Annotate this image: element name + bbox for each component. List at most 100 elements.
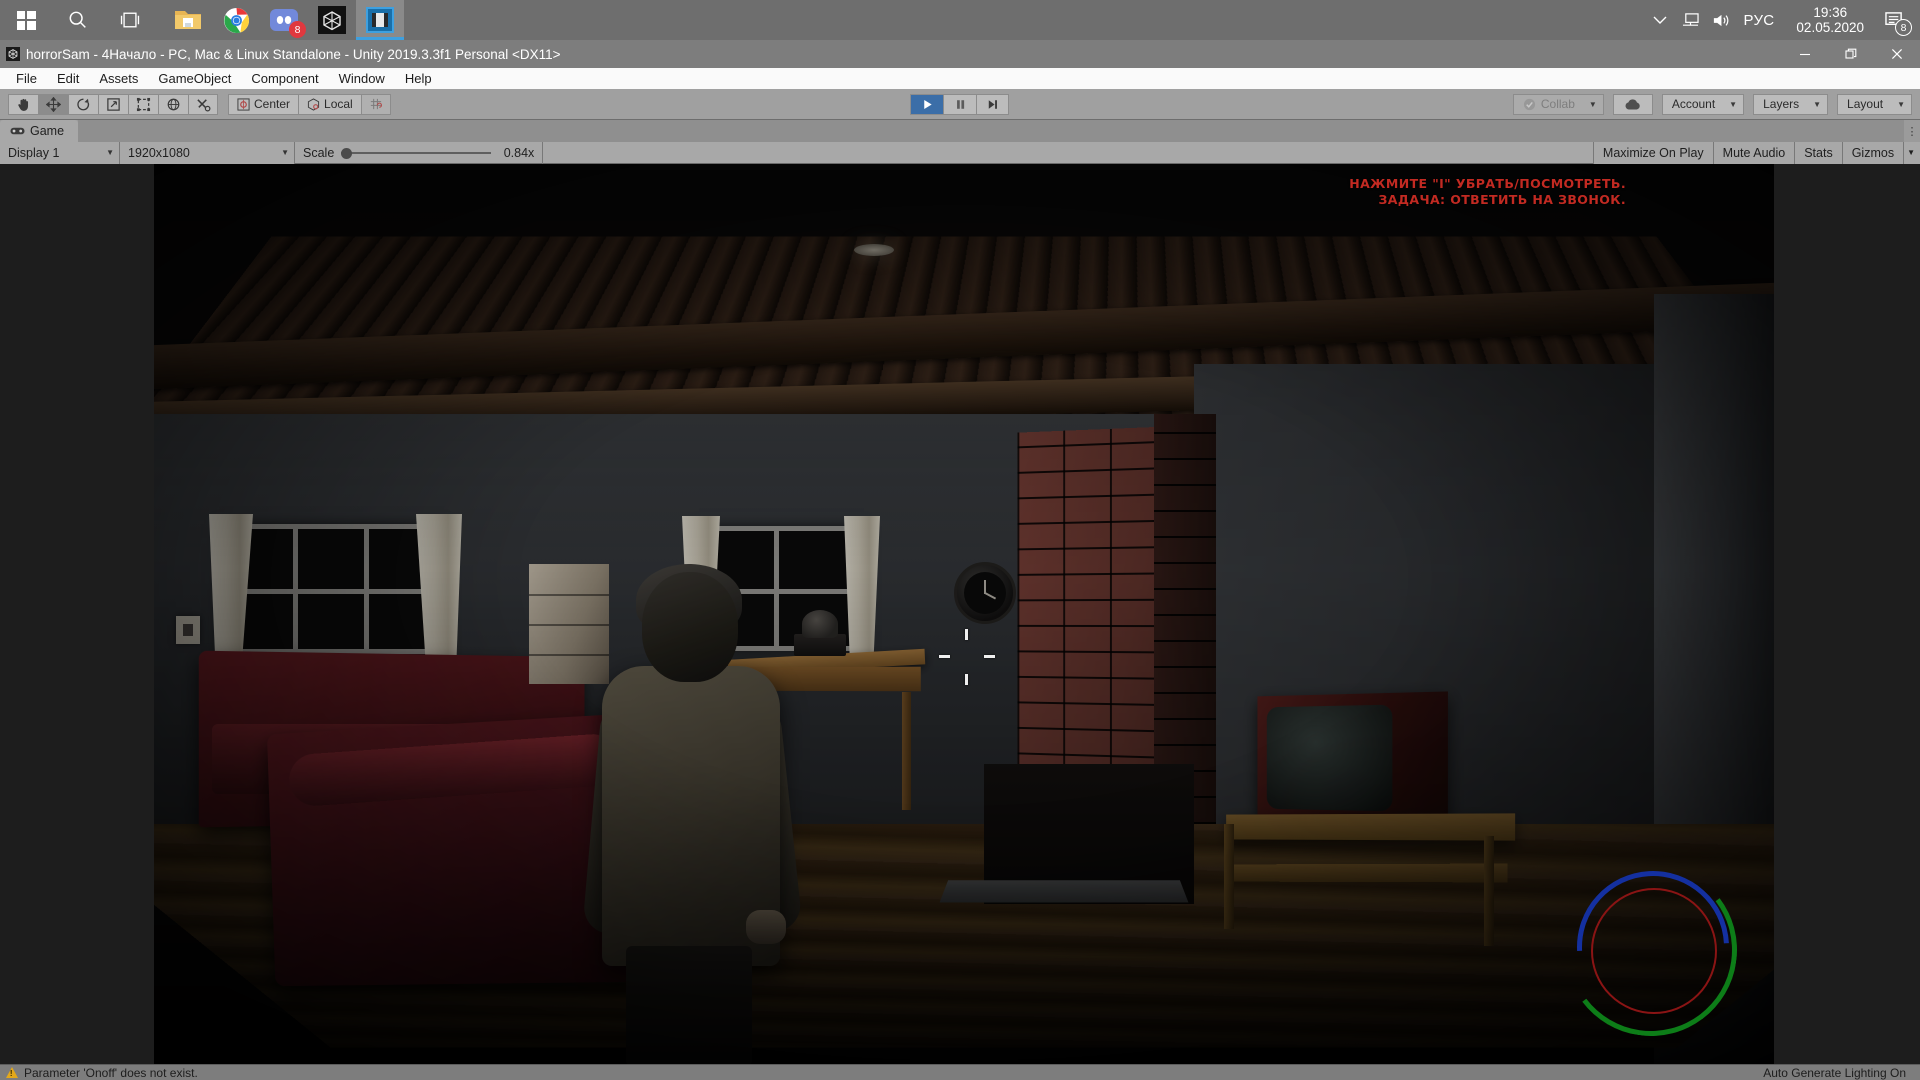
collab-button[interactable]: Collab ▼ (1512, 93, 1604, 115)
rotate-tool-button[interactable] (68, 93, 98, 115)
taskbar-app-google-chrome[interactable] (212, 0, 260, 40)
game-render-area[interactable]: НАЖМИТЕ "I" УБРАТЬ/ПОСМОТРЕТЬ. ЗАДАЧА: О… (0, 164, 1920, 1064)
scale-label: Scale (303, 145, 335, 160)
close-button[interactable] (1874, 40, 1920, 68)
resolution-dropdown[interactable]: 1920x1080 ▼ (120, 141, 295, 164)
panel-menu-button[interactable]: ⋮ (1904, 120, 1920, 142)
status-message: Parameter 'Onoff' does not exist. (24, 1065, 198, 1080)
scene-tv-stand-leg-left (1224, 824, 1234, 929)
volume-button[interactable] (1705, 0, 1735, 40)
mute-audio-button[interactable]: Mute Audio (1712, 141, 1795, 164)
layers-button[interactable]: Layers ▼ (1753, 93, 1829, 115)
menu-window[interactable]: Window (329, 68, 395, 89)
toolbar-right-group: Collab ▼ Account ▼ Layers ▼ Layout ▼ (1512, 93, 1912, 115)
video-editor-icon (366, 7, 394, 33)
maximize-on-play-button[interactable]: Maximize On Play (1592, 141, 1713, 164)
rect-tool-button[interactable] (128, 93, 158, 115)
play-button[interactable] (910, 93, 943, 115)
menu-assets[interactable]: Assets (89, 68, 148, 89)
scene-light-switch (176, 616, 200, 644)
step-button[interactable] (976, 93, 1009, 115)
search-icon (69, 11, 86, 28)
menu-file[interactable]: File (6, 68, 47, 89)
transform-icon (167, 98, 180, 110)
scale-tool-button[interactable] (98, 93, 128, 115)
show-hidden-icons-button[interactable] (1645, 0, 1675, 40)
unity-window-icon (0, 47, 26, 61)
taskbar-app-file-explorer[interactable] (164, 0, 212, 40)
clock[interactable]: 19:36 02.05.2020 (1786, 5, 1874, 35)
scale-icon (107, 97, 120, 111)
collab-check-icon (1523, 98, 1535, 110)
grid-snap-button[interactable] (360, 93, 391, 115)
window-controls (1782, 40, 1920, 68)
letterbox-right (1774, 164, 1920, 1064)
hand-icon (17, 98, 28, 111)
unity-icon (318, 6, 346, 34)
menu-bar: File Edit Assets GameObject Component Wi… (0, 68, 1920, 89)
character-head (642, 572, 738, 682)
task-view-button[interactable] (104, 0, 156, 40)
move-tool-button[interactable] (38, 93, 68, 115)
game-scene-render[interactable]: НАЖМИТЕ "I" УБРАТЬ/ПОСМОТРЕТЬ. ЗАДАЧА: О… (154, 164, 1774, 1064)
account-button[interactable]: Account ▼ (1661, 93, 1745, 115)
gizmos-dropdown-button[interactable]: ▼ (1903, 141, 1920, 164)
custom-tool-button[interactable] (188, 93, 218, 115)
pivot-mode-label: Center (254, 97, 291, 111)
layout-caret-icon: ▼ (1897, 99, 1905, 109)
menu-help[interactable]: Help (395, 68, 442, 89)
play-icon (923, 99, 932, 109)
pivot-mode-button[interactable]: Center (228, 93, 299, 115)
scale-control[interactable]: Scale 0.84x (295, 141, 544, 164)
scene-tv-stand-leg-right (1484, 836, 1494, 946)
language-indicator[interactable]: РУС (1735, 12, 1786, 29)
status-message-group[interactable]: Parameter 'Onoff' does not exist. (6, 1066, 198, 1080)
resolution-caret-icon: ▼ (281, 148, 289, 157)
hud-status-rings (1545, 839, 1761, 1055)
stats-button[interactable]: Stats (1794, 141, 1842, 164)
taskbar-app-unity-hub[interactable] (308, 0, 356, 40)
taskbar-app-discord[interactable]: 8 (260, 0, 308, 40)
cloud-icon (1625, 98, 1640, 109)
cloud-button[interactable] (1612, 93, 1653, 115)
rotate-icon (77, 98, 90, 110)
display-dropdown[interactable]: Display 1 ▼ (0, 141, 120, 164)
gizmos-button[interactable]: Gizmos (1841, 141, 1904, 164)
layers-caret-icon: ▼ (1813, 99, 1822, 109)
notifications-button[interactable]: 8 (1874, 0, 1914, 40)
minimize-button[interactable] (1782, 40, 1828, 68)
display-label: Display 1 (8, 145, 60, 160)
account-label: Account (1671, 97, 1716, 111)
clock-date: 02.05.2020 (1796, 20, 1864, 35)
start-button[interactable] (0, 0, 52, 40)
close-icon (1891, 48, 1903, 60)
unity-toolbar: Center Local Collab ▼ Account ▼ Layers ▼… (0, 89, 1920, 120)
handle-rotation-button[interactable]: Local (298, 93, 361, 115)
transform-tool-button[interactable] (158, 93, 188, 115)
collab-caret-icon: ▼ (1588, 99, 1597, 109)
scene-table-leg-right (902, 692, 911, 810)
pause-button[interactable] (943, 93, 976, 115)
scene-telephone-handset (802, 610, 838, 638)
layout-button[interactable]: Layout ▼ (1837, 93, 1912, 115)
hand-tool-button[interactable] (8, 93, 38, 115)
gamepad-icon (10, 127, 25, 135)
scene-player-character (574, 554, 804, 1064)
search-button[interactable] (52, 0, 104, 40)
tab-game[interactable]: Game (0, 120, 79, 142)
scale-slider-handle[interactable] (341, 147, 353, 159)
taskbar-app-video-editor[interactable] (356, 0, 404, 40)
layout-label: Layout (1847, 97, 1884, 111)
auto-generate-lighting-status[interactable]: Auto Generate Lighting On (1763, 1066, 1914, 1080)
network-button[interactable] (1675, 0, 1705, 40)
pause-icon (956, 99, 964, 109)
restore-button[interactable] (1828, 40, 1874, 68)
tab-game-label: Game (30, 124, 65, 138)
gizmos-caret-icon: ▼ (1907, 148, 1915, 157)
menu-component[interactable]: Component (241, 68, 328, 89)
scale-slider-track[interactable] (341, 147, 492, 159)
scale-value: 0.84x (503, 145, 535, 160)
tab-strip-filler (78, 120, 1904, 142)
menu-gameobject[interactable]: GameObject (148, 68, 241, 89)
menu-edit[interactable]: Edit (47, 68, 89, 89)
